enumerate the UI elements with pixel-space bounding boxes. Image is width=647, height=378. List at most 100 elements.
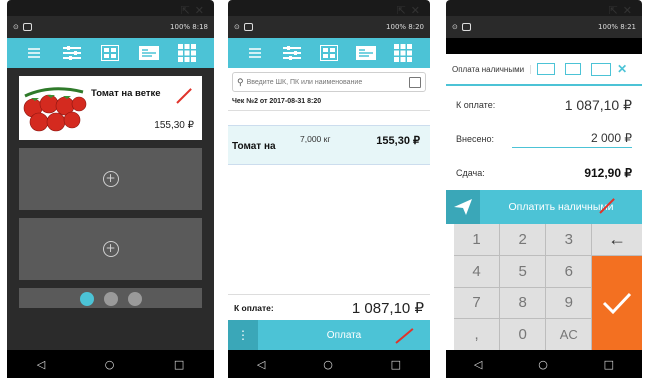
- recents-icon[interactable]: □: [174, 358, 184, 371]
- phone-3: ⇱ ✕ ⊙ 100% 8:21 Оплата наличными ✕ К опла…: [446, 0, 642, 378]
- search-icon: ⚲: [237, 76, 244, 87]
- pay-cash-bar: Оплатить наличными: [446, 190, 642, 224]
- tomato-image: [23, 87, 87, 132]
- key-7[interactable]: 7: [454, 287, 500, 319]
- pay-cash-label: Оплатить наличными: [508, 201, 614, 213]
- tiles-icon[interactable]: [99, 43, 121, 63]
- change-label: Сдача:: [456, 168, 485, 178]
- status-bar: ⊙ 100% 8:21: [446, 16, 642, 38]
- card-icon[interactable]: [565, 63, 582, 75]
- total-row: К оплате: 1 087,10 ₽: [228, 294, 430, 320]
- check-icon: [603, 292, 632, 315]
- key-8[interactable]: 8: [500, 287, 546, 319]
- page-dot-2[interactable]: [103, 292, 118, 306]
- key-3[interactable]: 3: [546, 224, 592, 255]
- status-time: 100% 8:18: [170, 23, 208, 31]
- menu-icon[interactable]: [23, 43, 45, 63]
- empty-slot[interactable]: +: [19, 218, 202, 280]
- due-label: К оплате:: [456, 100, 496, 110]
- grid-icon[interactable]: [176, 43, 198, 63]
- product-grid: Томат на ветке 155,30 ₽ + +: [7, 68, 214, 350]
- recents-icon[interactable]: □: [391, 358, 401, 371]
- image-icon: [461, 23, 471, 31]
- receipt-icon[interactable]: [355, 43, 377, 63]
- recents-icon[interactable]: □: [604, 358, 614, 371]
- line-name: Томат на: [232, 141, 276, 152]
- change-row: Сдача: 912,90 ₽: [446, 156, 642, 190]
- eye-icon: ⊙: [452, 23, 458, 31]
- product-price: 155,30 ₽: [154, 120, 194, 131]
- back-icon[interactable]: ◁: [257, 358, 265, 371]
- receipt-icon[interactable]: [138, 43, 160, 63]
- home-icon[interactable]: ○: [538, 358, 548, 371]
- key-2[interactable]: 2: [500, 224, 546, 255]
- cash-icon[interactable]: [537, 63, 556, 75]
- image-icon: [243, 23, 253, 31]
- pay-button[interactable]: Оплата: [258, 320, 430, 350]
- total-value: 1 087,10 ₽: [351, 299, 424, 317]
- system-nav: ◁ ○ □: [446, 350, 642, 378]
- search-input[interactable]: [246, 78, 409, 86]
- system-nav: ◁ ○ □: [7, 350, 214, 378]
- key-clear[interactable]: AC: [546, 319, 592, 350]
- paid-label: Внесено:: [456, 134, 494, 144]
- search-bar: ⚲: [232, 72, 426, 92]
- home-icon[interactable]: ○: [105, 358, 115, 371]
- filters-icon[interactable]: [61, 43, 83, 63]
- status-bar: ⊙ 100% 8:18: [7, 16, 214, 38]
- pay-bar: ⋮ Оплата: [228, 320, 430, 350]
- add-icon: +: [102, 171, 119, 187]
- payment-panel: Оплата наличными ✕ К оплате: 1 087,10 ₽ …: [446, 54, 642, 350]
- image-icon: [22, 23, 32, 31]
- paid-row: Внесено: 2 000 ₽: [446, 122, 642, 156]
- status-time: 100% 8:20: [386, 23, 424, 31]
- key-9[interactable]: 9: [546, 287, 592, 319]
- close-icon[interactable]: ✕: [617, 62, 627, 76]
- tiles-icon[interactable]: [318, 43, 340, 63]
- key-6[interactable]: 6: [546, 255, 592, 287]
- phone-2: ⇱✕ ⊙ 100% 8:20 ⚲ Чек №2 от 2017-08-31 8:…: [228, 0, 430, 378]
- key-4[interactable]: 4: [454, 255, 500, 287]
- receipt-line[interactable]: Томат на 7,000 кг 155,30 ₽: [228, 125, 430, 165]
- pay-button-label: Оплата: [326, 329, 362, 341]
- mixed-payment-icon[interactable]: [591, 62, 612, 76]
- key-1[interactable]: 1: [454, 224, 500, 255]
- page-indicator: [7, 292, 214, 306]
- empty-slot[interactable]: +: [19, 148, 202, 210]
- receipt-title: Чек №2 от 2017-08-31 8:20: [228, 96, 430, 111]
- due-value: 1 087,10 ₽: [564, 96, 632, 113]
- back-icon[interactable]: ◁: [37, 358, 45, 371]
- product-tile[interactable]: Томат на ветке 155,30 ₽: [19, 76, 202, 140]
- backspace-key[interactable]: ←: [592, 224, 642, 255]
- grid-icon[interactable]: [392, 43, 414, 63]
- page-dot-1[interactable]: [79, 292, 94, 306]
- send-icon[interactable]: [446, 190, 480, 224]
- eye-icon: ⊙: [13, 23, 19, 31]
- phone-1: ⇱ ✕ ⊙ 100% 8:18 Томат на ветке 155,30 ₽ …: [7, 0, 214, 378]
- paid-input[interactable]: 2 000 ₽: [512, 131, 632, 148]
- more-icon[interactable]: ⋮: [228, 320, 258, 350]
- key-0[interactable]: 0: [500, 319, 546, 350]
- screen: ⊙ 100% 8:18 Томат на ветке 155,30 ₽ + + …: [7, 16, 214, 378]
- numeric-keypad: 1 2 3 ← 4 5 6 7 8 9 , 0 AC: [454, 224, 642, 350]
- pay-cash-button[interactable]: Оплатить наличными: [480, 190, 642, 224]
- key-5[interactable]: 5: [500, 255, 546, 287]
- filters-icon[interactable]: [281, 43, 303, 63]
- pointer-arrow-icon: [395, 328, 414, 344]
- due-row: К оплате: 1 087,10 ₽: [446, 88, 642, 122]
- pointer-arrow-icon: [176, 88, 192, 104]
- back-icon[interactable]: ◁: [474, 358, 482, 371]
- product-name: Томат на ветке: [91, 88, 161, 99]
- key-comma[interactable]: ,: [454, 319, 500, 350]
- status-time: 100% 8:21: [598, 23, 636, 31]
- calculator-icon[interactable]: [409, 76, 421, 88]
- receipt-panel: ⚲ Чек №2 от 2017-08-31 8:20 Томат на 7,0…: [228, 68, 430, 350]
- change-value: 912,90 ₽: [584, 166, 632, 180]
- home-icon[interactable]: ○: [323, 358, 333, 371]
- confirm-key[interactable]: [592, 255, 642, 350]
- total-label: К оплате:: [234, 302, 274, 313]
- status-bar: ⊙ 100% 8:20: [228, 16, 430, 38]
- tab-cash[interactable]: Оплата наличными: [446, 64, 532, 74]
- page-dot-3[interactable]: [127, 292, 142, 306]
- menu-icon[interactable]: [244, 43, 266, 63]
